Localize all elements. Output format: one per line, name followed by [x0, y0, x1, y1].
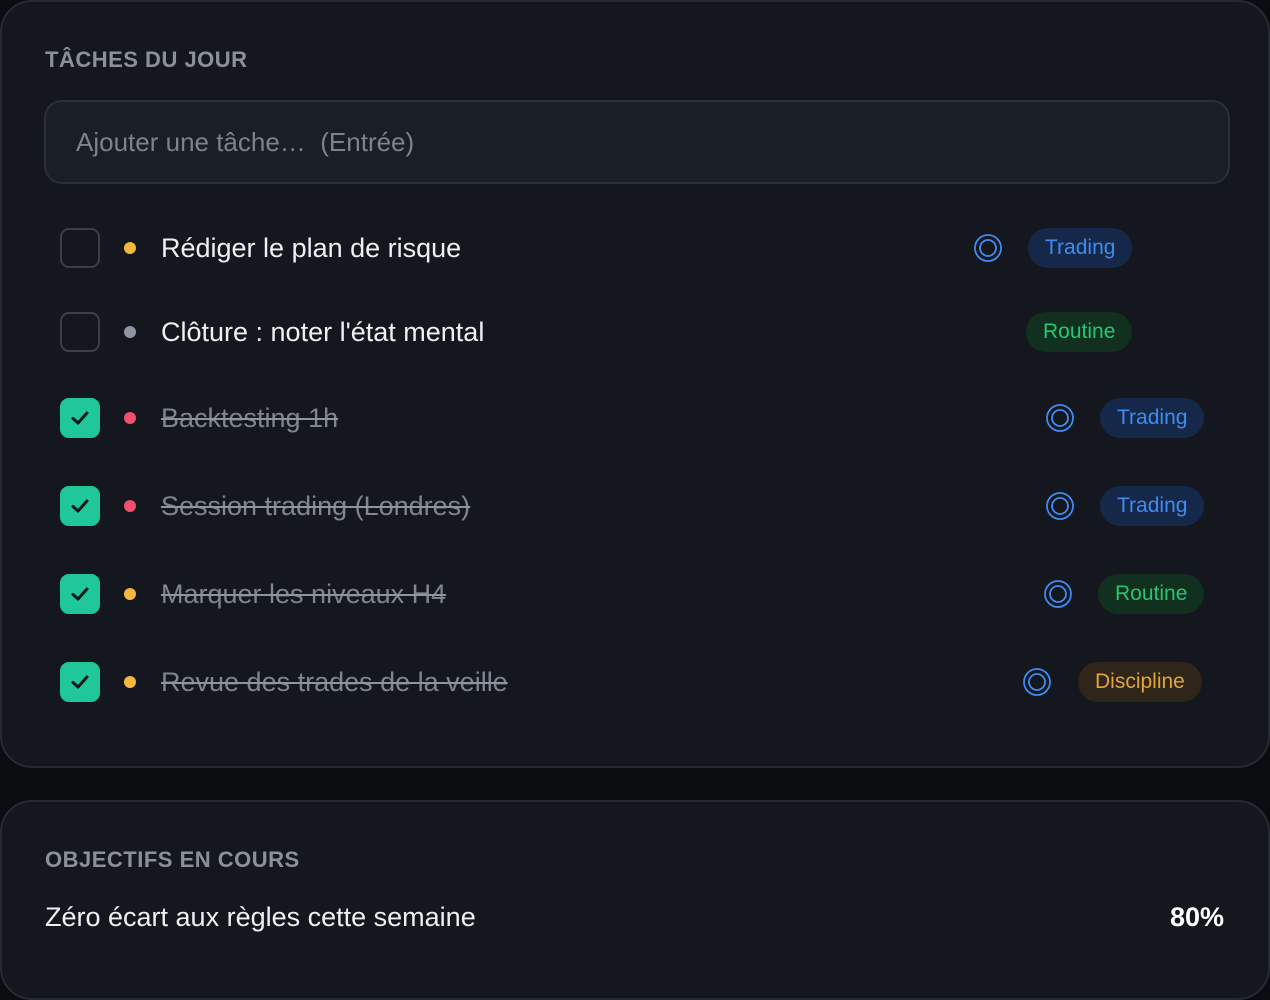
tasks-card: TÂCHES DU JOUR Rédiger le plan de risque…: [0, 0, 1270, 768]
target-icon[interactable]: [1044, 402, 1076, 434]
task-checkbox[interactable]: [60, 486, 100, 526]
task-label: Session trading (Londres): [161, 491, 471, 521]
task-tag: Routine: [1026, 312, 1133, 352]
task-row: Session trading (Londres) Trading: [2, 486, 1270, 526]
check-icon: [71, 499, 89, 513]
goal-label: Zéro écart aux règles cette semaine: [45, 902, 476, 932]
priority-dot: [124, 588, 136, 600]
target-icon[interactable]: [972, 232, 1004, 264]
priority-dot: [124, 242, 136, 254]
task-tag: Trading: [1028, 228, 1133, 268]
goal-percent: 80%: [1169, 902, 1224, 932]
task-row: Backtesting 1h Trading: [2, 398, 1270, 438]
priority-dot: [124, 500, 136, 512]
task-tag: Trading: [1100, 398, 1205, 438]
task-row: Revue des trades de la veille Discipline: [2, 662, 1270, 702]
task-checkbox[interactable]: [60, 662, 100, 702]
task-tag: Trading: [1100, 486, 1205, 526]
priority-dot: [124, 676, 136, 688]
goals-card: OBJECTIFS EN COURS Zéro écart aux règles…: [0, 800, 1270, 1000]
target-icon[interactable]: [1021, 666, 1053, 698]
task-tag: Routine: [1098, 574, 1205, 614]
task-label: Backtesting 1h: [161, 403, 339, 433]
target-icon[interactable]: [1044, 490, 1076, 522]
task-label: Revue des trades de la veille: [161, 667, 508, 697]
target-icon[interactable]: [1042, 578, 1074, 610]
task-label: Rédiger le plan de risque: [161, 233, 462, 263]
check-icon: [71, 411, 89, 425]
task-row: Clôture : noter l'état mental Routine: [2, 312, 1270, 352]
task-label: Clôture : noter l'état mental: [161, 317, 485, 347]
task-label: Marquer les niveaux H4: [161, 579, 447, 609]
priority-dot: [124, 326, 136, 338]
task-tag: Discipline: [1078, 662, 1202, 702]
goals-section-title: OBJECTIFS EN COURS: [45, 847, 300, 872]
check-icon: [71, 675, 89, 689]
priority-dot: [124, 412, 136, 424]
tasks-section-title: TÂCHES DU JOUR: [45, 47, 248, 72]
task-checkbox[interactable]: [60, 398, 100, 438]
add-task-input[interactable]: [44, 100, 1230, 184]
task-checkbox[interactable]: [60, 228, 100, 268]
task-row: Marquer les niveaux H4 Routine: [2, 574, 1270, 614]
check-icon: [71, 587, 89, 601]
task-checkbox[interactable]: [60, 574, 100, 614]
task-checkbox[interactable]: [60, 312, 100, 352]
task-row: Rédiger le plan de risque Trading: [2, 228, 1270, 268]
